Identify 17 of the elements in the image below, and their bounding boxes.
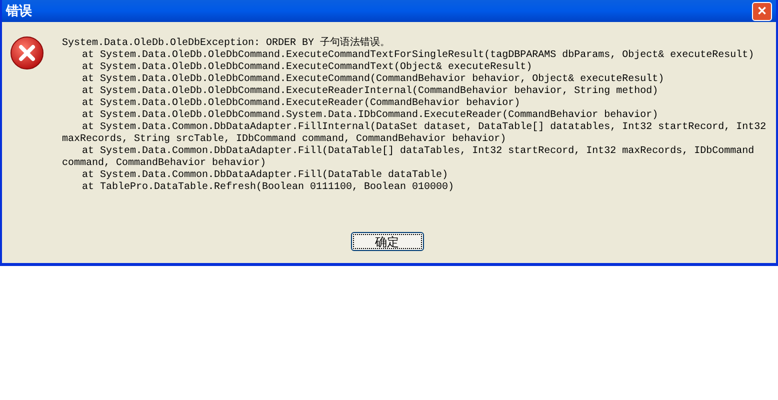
- error-message-line: at System.Data.OleDb.OleDbCommand.ExecuteCommandTextForSingleResult(tagDBPARAMS dbParams, Object& executeResult): [81, 50, 756, 62]
- error-message-line: System.Data.OleDb.OleDbException: ORDER BY 子句语法错误。: [62, 38, 392, 50]
- error-message-line: at System.Data.OleDb.OleDbCommand.ExecuteCommandText(Object& executeResult): [81, 62, 534, 74]
- window-title: 错误: [6, 2, 32, 20]
- error-icon: [10, 36, 44, 70]
- error-message-line: at System.Data.Common.DbDataAdapter.Fill(DataTable[] dataTables, Int32 startRecord, Int32 maxRecords, IDbCommand: [81, 146, 756, 158]
- error-message-line: command, CommandBehavior behavior): [62, 158, 268, 170]
- error-message-line: at System.Data.Common.DbDataAdapter.Fill(DataTable dataTable): [81, 170, 450, 182]
- error-message-line: at System.Data.OleDb.OleDbCommand.ExecuteReader(CommandBehavior behavior): [81, 98, 522, 110]
- error-message-line: at System.Data.OleDb.OleDbCommand.ExecuteCommand(CommandBehavior behavior, Object& executeResult): [81, 74, 666, 86]
- close-button[interactable]: ✕: [752, 2, 772, 20]
- ok-button[interactable]: 确定: [350, 232, 424, 251]
- error-message-line: maxRecords, String srcTable, IDbCommand command, CommandBehavior behavior): [62, 134, 508, 146]
- error-message-line: at TablePro.DataTable.Refresh(Boolean 0111100, Boolean 010000): [81, 182, 456, 194]
- error-message-line: at System.Data.OleDb.OleDbCommand.ExecuteReaderInternal(CommandBehavior behavior, String method): [81, 86, 660, 98]
- error-message-line: at System.Data.OleDb.OleDbCommand.System.Data.IDbCommand.ExecuteReader(CommandBehavior behavior): [81, 110, 660, 122]
- error-message-line: at System.Data.Common.DbDataAdapter.FillInternal(DataSet dataset, DataTable[] datatables, Int32 startRecord, Int32: [81, 122, 766, 134]
